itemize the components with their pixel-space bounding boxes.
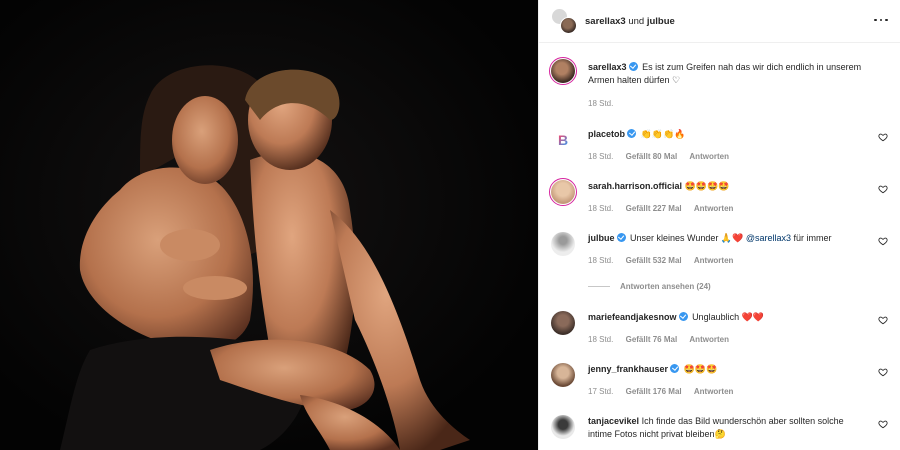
comment-likes[interactable]: Gefällt 532 Mal: [626, 256, 682, 265]
caption-user[interactable]: sarellax3: [588, 62, 627, 72]
heart-icon[interactable]: [878, 132, 888, 142]
comments-list: sarellax3 Es ist zum Greifen nah das wir…: [539, 43, 900, 450]
comment-text: Unglaublich ❤️❤️: [692, 312, 765, 322]
reply-button[interactable]: Antworten: [694, 387, 734, 396]
post-header: sarellax3 und julbue: [539, 0, 900, 43]
header-user-1[interactable]: sarellax3: [585, 16, 626, 27]
collab-avatars[interactable]: [551, 8, 577, 34]
post-photo[interactable]: [0, 0, 538, 450]
post-side-panel: sarellax3 und julbue sarellax3 Es ist zu…: [538, 0, 900, 450]
comment-user[interactable]: sarah.harrison.official: [588, 181, 682, 191]
comment-user[interactable]: mariefeandjakesnow: [588, 312, 677, 322]
comment-time[interactable]: 18 Std.: [588, 335, 613, 344]
avatar[interactable]: [551, 415, 575, 439]
avatar: [560, 17, 577, 34]
comment-text: 👏👏👏🔥: [640, 129, 686, 139]
reply-button[interactable]: Antworten: [689, 152, 729, 161]
comment-user[interactable]: julbue: [588, 233, 615, 243]
comment-time[interactable]: 18 Std.: [588, 152, 613, 161]
more-horizontal-icon[interactable]: [874, 15, 888, 25]
avatar[interactable]: [551, 311, 575, 335]
comment-text-after: für immer: [793, 233, 832, 243]
divider: [588, 286, 610, 287]
header-user-2[interactable]: julbue: [647, 16, 675, 27]
comment-time[interactable]: 17 Std.: [588, 387, 613, 396]
story-ring: [549, 57, 577, 85]
verified-icon: [628, 62, 638, 71]
comment-user[interactable]: tanjacevikel: [588, 416, 639, 426]
comment-time[interactable]: 18 Std.: [588, 256, 613, 265]
mention-link[interactable]: @sarellax3: [746, 233, 791, 243]
header-connector: und: [628, 15, 645, 27]
reply-button[interactable]: Antworten: [694, 204, 734, 213]
heart-icon[interactable]: [878, 184, 888, 194]
comment-likes[interactable]: Gefällt 76 Mal: [626, 335, 678, 344]
view-replies-button[interactable]: Antworten ansehen (24): [588, 282, 711, 291]
story-ring: [549, 178, 577, 206]
verified-icon: [678, 312, 688, 321]
post-image: [0, 0, 538, 450]
reply-button[interactable]: Antworten: [694, 256, 734, 265]
verified-icon: [670, 364, 680, 373]
verified-icon: [627, 129, 637, 138]
reply-button[interactable]: Antworten: [689, 335, 729, 344]
avatar[interactable]: [551, 363, 575, 387]
caption-time[interactable]: 18 Std.: [588, 99, 613, 108]
comment-likes[interactable]: Gefällt 80 Mal: [626, 152, 678, 161]
avatar[interactable]: [551, 232, 575, 256]
comment-text: 🤩🤩🤩🤩: [684, 181, 730, 191]
heart-icon[interactable]: [878, 315, 888, 325]
verified-icon: [616, 233, 626, 242]
heart-icon[interactable]: [878, 419, 888, 429]
heart-icon[interactable]: [878, 367, 888, 377]
comment-text: 🤩🤩🤩: [683, 364, 718, 374]
comment-likes[interactable]: Gefällt 227 Mal: [626, 204, 682, 213]
comment-text: Unser kleines Wunder 🙏❤️: [630, 233, 744, 243]
comment-user[interactable]: placetob: [588, 129, 625, 139]
comment-user[interactable]: jenny_frankhauser: [588, 364, 668, 374]
collab-usernames: sarellax3 und julbue: [585, 16, 675, 27]
comment-time[interactable]: 18 Std.: [588, 204, 613, 213]
heart-icon[interactable]: [878, 236, 888, 246]
comment-likes[interactable]: Gefällt 176 Mal: [626, 387, 682, 396]
view-replies-label: Antworten ansehen (24): [620, 282, 711, 291]
avatar[interactable]: B: [551, 128, 575, 152]
